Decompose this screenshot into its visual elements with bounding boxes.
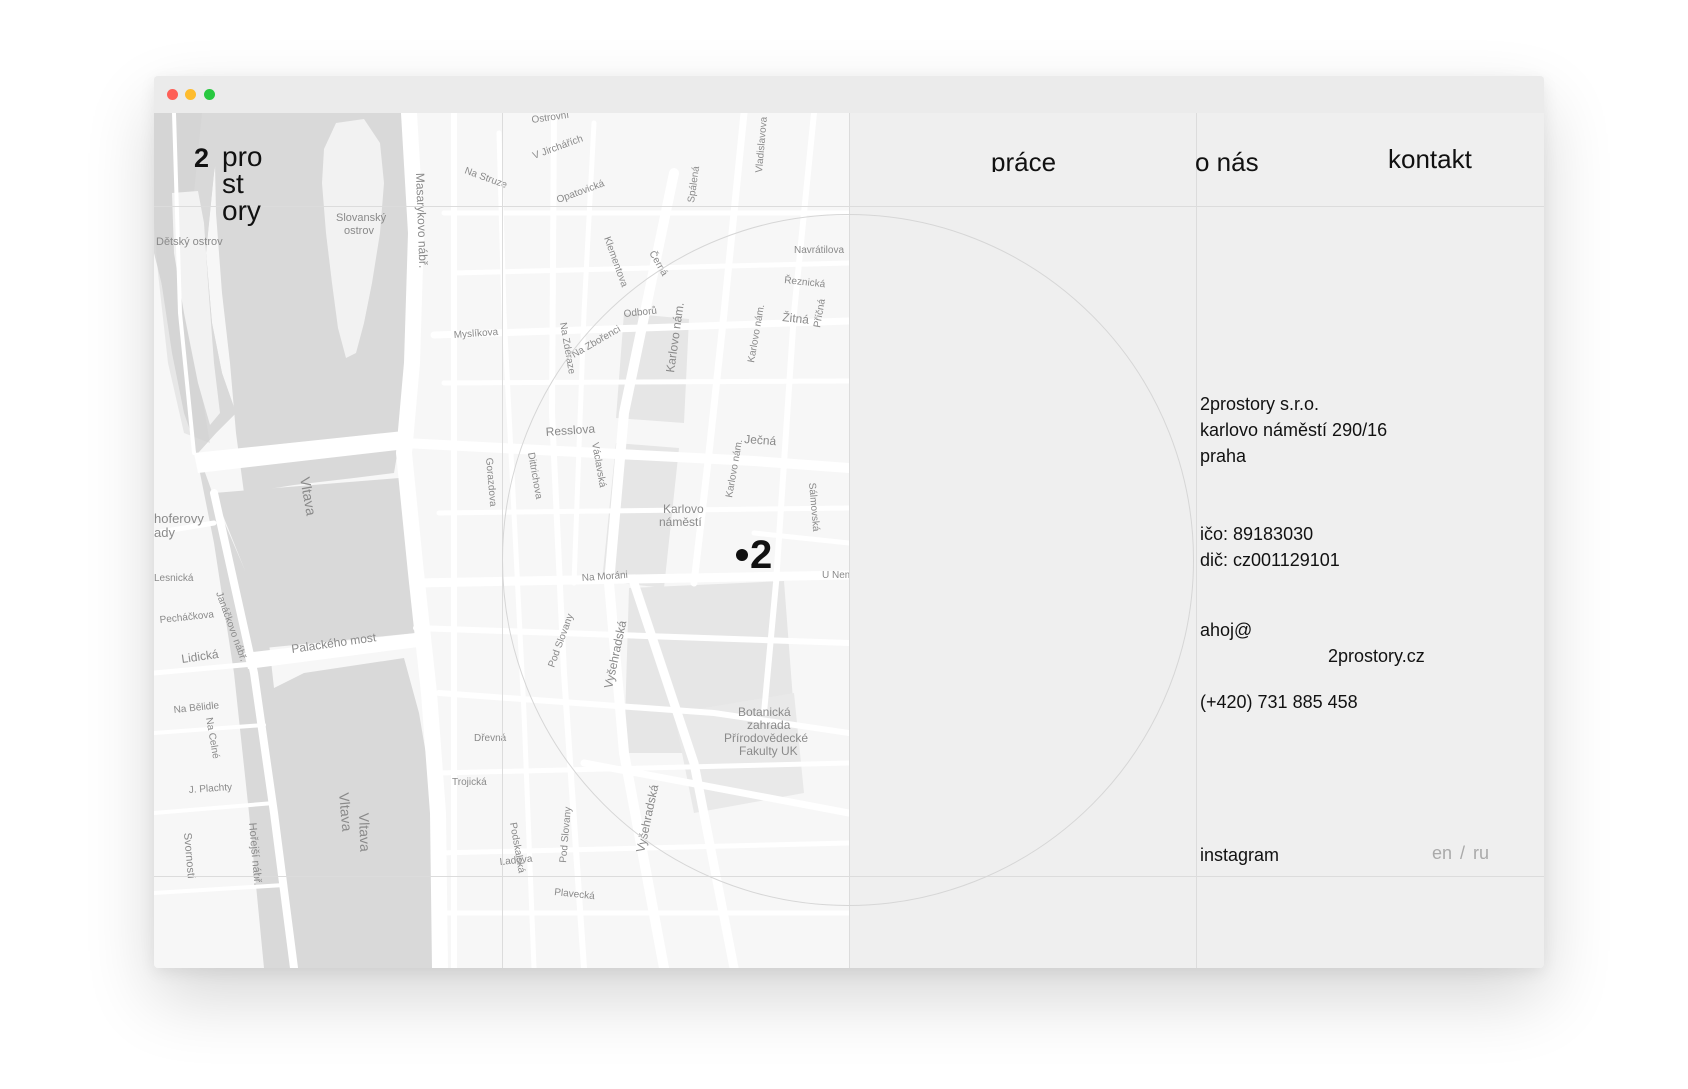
email-domain: 2prostory.cz [1328,646,1425,666]
svg-text:J. Plachty: J. Plachty [188,782,232,796]
grid-line-col-3 [1196,113,1197,968]
minimize-window-button[interactable] [185,89,196,100]
title-bar [154,76,1544,113]
email-link[interactable]: ahoj@ 2prostory.cz [1200,617,1425,669]
instagram-link[interactable]: instagram [1200,842,1279,868]
svg-text:Vltava: Vltava [336,792,355,832]
svg-text:Na Bělidle: Na Bělidle [173,700,220,716]
svg-text:Pod Slovany: Pod Slovany [558,806,574,863]
svg-text:Myslíkova: Myslíkova [453,327,499,341]
phone-number: (+420) 731 885 458 [1200,692,1358,712]
city: praha [1200,446,1247,466]
logo-line: pro [222,141,263,172]
svg-text:Ostrovní: Ostrovní [531,113,570,126]
email-user: ahoj@ [1200,620,1253,640]
nav-prace[interactable]: práce [991,146,1056,172]
nav-o-nas[interactable]: o nás [1195,146,1259,172]
svg-text:Vltava: Vltava [356,813,373,853]
lang-separator: / [1460,843,1466,863]
svg-text:ady: ady [154,525,175,540]
nav-kontakt[interactable]: kontakt [1388,146,1472,172]
maximize-window-button[interactable] [204,89,215,100]
svg-text:Klementova: Klementova [601,235,630,289]
svg-text:ostrov: ostrov [344,225,374,237]
lang-ru[interactable]: ru [1473,843,1489,863]
svg-text:Spálená: Spálená [686,165,702,203]
company-name: 2prostory s.r.o. [1200,394,1320,414]
svg-text:Vladislavova: Vladislavova [754,116,770,173]
svg-text:Gorazdova: Gorazdova [483,457,498,507]
svg-text:Slovanský: Slovanský [336,212,387,224]
svg-text:Dětský ostrov: Dětský ostrov [156,236,223,248]
address-block: 2prostory s.r.o. karlovo náměstí 290/16 … [1200,391,1387,469]
svg-text:Pecháčkova: Pecháčkova [159,609,215,626]
lang-en[interactable]: en [1432,843,1452,863]
svg-text:Opatovická: Opatovická [555,178,606,206]
svg-text:V Jirchářích: V Jirchářích [531,133,584,161]
registration-block: ičo: 89183030 dič: cz001129101 [1200,521,1340,573]
svg-text:Trojická: Trojická [452,777,487,788]
language-switcher: en / ru [1428,843,1493,864]
logo-mark: 2 [194,143,210,173]
logo-line: st [222,168,244,199]
svg-text:Na Celné: Na Celné [203,717,221,760]
ico-number: ičo: 89183030 [1200,524,1314,544]
phone-link[interactable]: (+420) 731 885 458 [1200,689,1358,715]
svg-text:Lesnická: Lesnická [154,573,194,584]
svg-text:Plavecká: Plavecká [554,887,596,902]
page-viewport: Vltava Vltava Vltava Dětský ostrov Slova… [154,113,1544,968]
svg-text:Svornosti: Svornosti [181,832,197,879]
logo-line: ory [222,195,261,226]
svg-text:hoferovy: hoferovy [154,511,204,526]
instagram-label: instagram [1200,845,1280,865]
close-window-button[interactable] [167,89,178,100]
logo-wordmark: pro st ory [222,141,263,226]
dic-number: dič: cz001129101 [1200,550,1340,570]
decorative-circle [502,214,1194,906]
svg-text:Lidická: Lidická [180,647,219,666]
browser-window: Vltava Vltava Vltava Dětský ostrov Slova… [154,76,1544,968]
street-address: karlovo náměstí 290/16 [1200,420,1388,440]
